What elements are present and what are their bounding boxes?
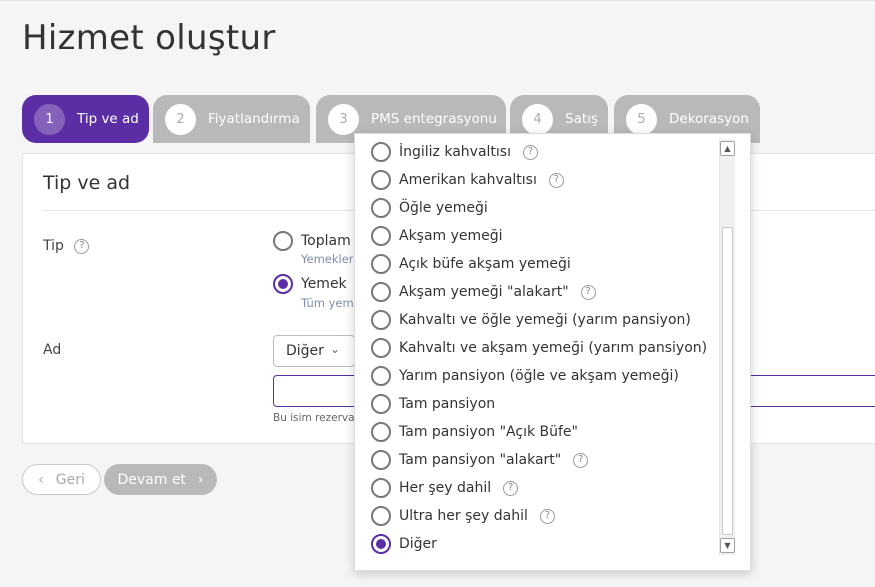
step-fiyatlandirma[interactable]: 2 Fiyatlandırma	[153, 95, 310, 143]
item-label: Kahvaltı ve öğle yemeği (yarım pansiyon)	[399, 312, 691, 328]
dropdown-scrollbar[interactable]: ▲ ▼	[719, 139, 735, 555]
item-label: Akşam yemeği "alakart"	[399, 284, 569, 300]
next-button[interactable]: Devam et ›	[104, 464, 217, 495]
step-label: Fiyatlandırma	[208, 111, 300, 127]
radio-checked-icon[interactable]	[273, 274, 293, 294]
list-item[interactable]: Tam pansiyon	[355, 390, 720, 418]
item-label: Tam pansiyon "Açık Büfe"	[399, 424, 578, 440]
list-item[interactable]: Tam pansiyon "Açık Büfe"	[355, 418, 720, 446]
meal-type-dropdown[interactable]: İngiliz kahvaltısı ? Amerikan kahvaltısı…	[354, 133, 751, 571]
radio-icon[interactable]	[371, 338, 391, 358]
back-button[interactable]: ‹ Geri	[22, 464, 101, 495]
top-divider	[0, 0, 875, 1]
list-item[interactable]: Ultra her şey dahil ?	[355, 502, 720, 530]
list-item[interactable]: İngiliz kahvaltısı ?	[355, 138, 720, 166]
item-label: İngiliz kahvaltısı	[399, 144, 511, 160]
option-label: Yemek	[301, 276, 347, 292]
help-icon[interactable]: ?	[573, 452, 589, 468]
name-type-select[interactable]: Diğer ⌄	[273, 335, 355, 367]
type-field-label: Tip ?	[43, 238, 90, 254]
help-icon[interactable]: ?	[539, 508, 555, 524]
step-label: Tip ve ad	[77, 111, 139, 127]
step-number: 2	[165, 103, 196, 135]
radio-icon[interactable]	[273, 231, 293, 251]
type-option-yemek[interactable]: Yemek	[273, 274, 347, 294]
radio-icon[interactable]	[371, 394, 391, 414]
radio-icon[interactable]	[371, 254, 391, 274]
scroll-down-icon[interactable]: ▼	[720, 538, 735, 553]
item-label: Her şey dahil	[399, 480, 492, 496]
list-item[interactable]: Açık büfe akşam yemeği	[355, 250, 720, 278]
chevron-down-icon: ⌄	[329, 341, 340, 356]
item-label: Açık büfe akşam yemeği	[399, 256, 571, 272]
select-value: Diğer	[286, 343, 324, 359]
step-tip-ve-ad[interactable]: 1 Tip ve ad	[22, 95, 149, 143]
help-icon[interactable]: ?	[523, 144, 538, 160]
scroll-up-icon[interactable]: ▲	[720, 141, 735, 156]
item-label: Tam pansiyon "alakart"	[399, 452, 562, 468]
item-label: Amerikan kahvaltısı	[399, 172, 537, 188]
step-number: 5	[626, 103, 657, 135]
type-option-toplam[interactable]: Toplam	[273, 231, 351, 251]
name-label: Ad	[43, 342, 62, 358]
list-item[interactable]: Kahvaltı ve akşam yemeği (yarım pansiyon…	[355, 334, 720, 362]
list-item[interactable]: Tam pansiyon "alakart" ?	[355, 446, 720, 474]
item-label: Diğer	[399, 536, 437, 552]
radio-icon[interactable]	[371, 310, 391, 330]
list-item[interactable]: Her şey dahil ?	[355, 474, 720, 502]
help-icon[interactable]: ?	[503, 480, 519, 496]
dropdown-list: İngiliz kahvaltısı ? Amerikan kahvaltısı…	[355, 138, 720, 558]
radio-icon[interactable]	[371, 226, 391, 246]
item-label: Öğle yemeği	[399, 200, 488, 216]
chevron-right-icon: ›	[197, 471, 204, 488]
step-label: Satış	[565, 111, 598, 127]
radio-checked-icon[interactable]	[371, 534, 391, 554]
name-hint: Bu isim rezervasy	[273, 412, 367, 424]
radio-icon[interactable]	[371, 366, 391, 386]
step-label: PMS entegrasyonu	[371, 111, 497, 127]
step-number: 3	[328, 103, 359, 135]
list-item[interactable]: Akşam yemeği	[355, 222, 720, 250]
list-item[interactable]: Yarım pansiyon (öğle ve akşam yemeği)	[355, 362, 720, 390]
help-icon[interactable]: ?	[580, 284, 596, 300]
help-icon[interactable]: ?	[548, 172, 564, 188]
page-title: Hizmet oluştur	[22, 18, 276, 58]
radio-icon[interactable]	[371, 506, 391, 526]
radio-icon[interactable]	[371, 198, 391, 218]
step-number: 1	[34, 103, 65, 135]
item-label: Ultra her şey dahil	[399, 508, 528, 524]
card-title: Tip ve ad	[43, 172, 131, 194]
list-item[interactable]: Amerikan kahvaltısı ?	[355, 166, 720, 194]
option-description: Yemekler	[301, 252, 353, 266]
list-item[interactable]: Kahvaltı ve öğle yemeği (yarım pansiyon)	[355, 306, 720, 334]
list-item[interactable]: Akşam yemeği "alakart" ?	[355, 278, 720, 306]
option-description: Tüm yeme	[301, 296, 353, 310]
radio-icon[interactable]	[371, 170, 391, 190]
radio-icon[interactable]	[371, 422, 391, 442]
list-item[interactable]: Diğer	[355, 530, 720, 558]
item-label: Kahvaltı ve akşam yemeği (yarım pansiyon…	[399, 340, 708, 356]
scrollbar-thumb[interactable]	[722, 227, 733, 535]
item-label: Akşam yemeği	[399, 228, 503, 244]
option-label: Toplam	[301, 233, 351, 249]
radio-icon[interactable]	[371, 478, 391, 498]
next-label: Devam et	[117, 471, 186, 488]
item-label: Yarım pansiyon (öğle ve akşam yemeği)	[399, 368, 679, 384]
step-number: 4	[522, 103, 553, 135]
help-icon[interactable]: ?	[74, 238, 90, 254]
radio-icon[interactable]	[371, 450, 391, 470]
chevron-left-icon: ‹	[38, 471, 44, 488]
radio-icon[interactable]	[371, 142, 391, 162]
radio-icon[interactable]	[371, 282, 391, 302]
step-label: Dekorasyon	[669, 111, 749, 127]
type-label: Tip	[43, 238, 64, 254]
item-label: Tam pansiyon	[399, 396, 496, 412]
list-item[interactable]: Öğle yemeği	[355, 194, 720, 222]
back-label: Geri	[55, 471, 85, 488]
